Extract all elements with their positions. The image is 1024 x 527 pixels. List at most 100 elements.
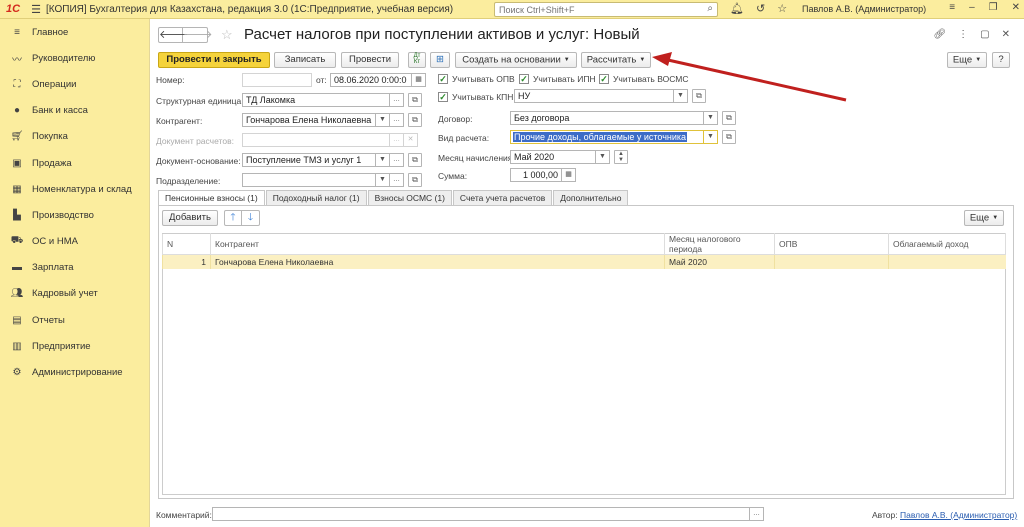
dropdown-arrow-icon[interactable]: ▼ — [376, 173, 390, 187]
calculate-button[interactable]: Рассчитать ▼ — [581, 52, 651, 68]
date-field[interactable]: 08.06.2020 0:00:0 — [330, 73, 412, 87]
column-header-counterparty[interactable]: Контрагент — [210, 233, 665, 255]
sidebar-item-bank[interactable]: ● Банк и касса — [0, 98, 149, 124]
current-user[interactable]: Павлов А.В. (Администратор) — [802, 4, 926, 14]
open-icon[interactable]: ⧉ — [692, 89, 706, 103]
sidebar-item-purchase[interactable]: 🛒︎ Покупка — [0, 124, 149, 150]
cell-n[interactable]: 1 — [162, 254, 211, 269]
minimize-icon[interactable]: – — [969, 2, 975, 13]
open-icon[interactable]: ⧉ — [722, 111, 736, 125]
sidebar-item-hr[interactable]: 👥︎ Кадровый учет — [0, 281, 149, 307]
cell-taxable-income[interactable] — [888, 254, 1006, 269]
open-icon[interactable]: ⧉ — [408, 93, 422, 107]
dropdown-arrow-icon[interactable]: ▼ — [596, 150, 610, 164]
help-button[interactable]: ? — [992, 52, 1010, 68]
close-icon[interactable]: ✕ — [1012, 2, 1020, 13]
contract-field[interactable]: Без договора — [510, 111, 704, 125]
sidebar-item-production[interactable]: ▙ Производство — [0, 202, 149, 228]
move-up-icon[interactable]: 🡑 — [225, 211, 242, 225]
kpn-checkbox[interactable]: ✓ Учитывать КПН — [438, 92, 513, 102]
select-icon[interactable]: … — [390, 93, 404, 107]
open-icon[interactable]: ⧉ — [408, 113, 422, 127]
post-button[interactable]: Провести — [341, 52, 399, 68]
sidebar-item-operations[interactable]: ⛶ Операции — [0, 71, 149, 97]
create-based-on-button[interactable]: Создать на основании ▼ — [455, 52, 577, 68]
expand-icon[interactable]: ▢ — [980, 29, 989, 40]
counterparty-field[interactable]: Гончарова Елена Николаевна — [242, 113, 376, 127]
dropdown-arrow-icon[interactable]: ▼ — [376, 113, 390, 127]
restore-icon[interactable]: ❐ — [989, 2, 998, 13]
comment-field[interactable] — [212, 507, 750, 521]
month-field[interactable]: Май 2020 — [510, 150, 596, 164]
number-field[interactable] — [242, 73, 312, 87]
save-button[interactable]: Записать — [274, 52, 336, 68]
settings-icon[interactable]: ≡ — [949, 2, 955, 13]
main-menu-icon[interactable]: ☰ — [26, 3, 46, 16]
back-arrow-icon[interactable]: 🡐 — [159, 28, 189, 42]
spin-icon[interactable]: ▲ ▼ — [614, 150, 628, 164]
dropdown-arrow-icon[interactable]: ▼ — [704, 111, 718, 125]
unit-field[interactable]: ТД Лакомка — [242, 93, 390, 107]
add-row-button[interactable]: Добавить — [162, 210, 218, 226]
column-header-month[interactable]: Месяц налогового периода — [664, 233, 775, 255]
clear-icon[interactable]: ✕ — [404, 133, 418, 147]
author-link[interactable]: Павлов А.В. (Администратор) — [900, 510, 1017, 520]
sum-field[interactable]: 1 000,00 — [510, 168, 562, 182]
open-icon[interactable]: ⧉ — [722, 130, 736, 144]
calc-type-field[interactable]: Прочие доходы, облагаемые у источника — [510, 130, 704, 144]
more-vertical-icon[interactable]: ⋮ — [958, 29, 968, 40]
open-icon[interactable]: ⧉ — [408, 153, 422, 167]
global-search[interactable]: ⌕ — [494, 2, 718, 17]
dropdown-arrow-icon[interactable]: ▼ — [704, 130, 718, 144]
opv-checkbox[interactable]: ✓ Учитывать ОПВ — [438, 74, 515, 84]
link-icon[interactable]: 🔗︎ — [933, 29, 946, 40]
search-input[interactable] — [499, 4, 689, 15]
open-icon[interactable]: ⧉ — [408, 173, 422, 187]
sidebar-item-admin[interactable]: ⚙ Администрирование — [0, 359, 149, 385]
structure-icon[interactable]: ⊞ — [430, 52, 450, 68]
select-icon[interactable]: … — [390, 113, 404, 127]
tab-additional[interactable]: Дополнительно — [553, 190, 629, 205]
cell-month[interactable]: Май 2020 — [664, 254, 775, 269]
base-doc-field[interactable]: Поступление ТМЗ и услуг 1 — [242, 153, 376, 167]
sidebar-item-enterprise[interactable]: ▥ Предприятие — [0, 333, 149, 359]
settlement-doc-field[interactable] — [242, 133, 390, 147]
table-row[interactable]: 1 Гончарова Елена Николаевна Май 2020 — [162, 254, 1006, 269]
calendar-icon[interactable]: ▦ — [412, 73, 426, 87]
sidebar-item-salary[interactable]: ▬ Зарплата — [0, 255, 149, 281]
favorite-star-icon[interactable]: ☆ — [221, 27, 233, 43]
sidebar-item-assets[interactable]: ⛟ ОС и НМА — [0, 229, 149, 255]
tab-accounts[interactable]: Счета учета расчетов — [452, 190, 553, 205]
column-header-opv[interactable]: ОПВ — [774, 233, 889, 255]
dropdown-arrow-icon[interactable]: ▼ — [674, 89, 688, 103]
history-icon[interactable]: ↺ — [756, 2, 765, 15]
tab-pension[interactable]: Пенсионные взносы (1) — [158, 190, 265, 206]
vosms-checkbox[interactable]: ✓ Учитывать ВОСМС — [599, 74, 688, 84]
select-icon[interactable]: … — [390, 153, 404, 167]
search-icon[interactable]: ⌕ — [707, 3, 713, 14]
post-and-close-button[interactable]: Провести и закрыть — [158, 52, 270, 68]
favorites-icon[interactable]: ☆ — [777, 2, 787, 15]
calculator-icon[interactable]: ▦ — [562, 168, 576, 182]
table-more-button[interactable]: Еще ▼ — [964, 210, 1004, 226]
sidebar-item-reports[interactable]: ▤ Отчеты — [0, 307, 149, 333]
sidebar-item-main[interactable]: ≡ Главное — [0, 19, 149, 45]
select-icon[interactable]: … — [390, 133, 404, 147]
cell-opv[interactable] — [774, 254, 889, 269]
select-icon[interactable]: … — [390, 173, 404, 187]
select-icon[interactable]: … — [750, 507, 764, 521]
dt-kt-icon[interactable]: Дт Кт — [408, 52, 426, 68]
column-header-n[interactable]: N — [162, 233, 211, 255]
sidebar-item-sales[interactable]: ▣ Продажа — [0, 150, 149, 176]
close-form-icon[interactable]: ✕ — [1002, 29, 1010, 40]
sidebar-item-nomenclature[interactable]: ▦ Номенклатура и склад — [0, 176, 149, 202]
ipn-checkbox[interactable]: ✓ Учитывать ИПН — [519, 74, 596, 84]
move-down-icon[interactable]: 🡓 — [242, 211, 259, 225]
tab-osms[interactable]: Взносы ОСМС (1) — [367, 190, 452, 205]
division-field[interactable] — [242, 173, 376, 187]
kpn-field[interactable]: НУ — [514, 89, 674, 103]
cell-counterparty[interactable]: Гончарова Елена Николаевна — [210, 254, 665, 269]
notifications-icon[interactable]: 🔔︎ — [730, 2, 744, 15]
forward-arrow-icon[interactable]: 🡒 — [183, 28, 213, 42]
tab-income-tax[interactable]: Подоходный налог (1) — [265, 190, 367, 205]
